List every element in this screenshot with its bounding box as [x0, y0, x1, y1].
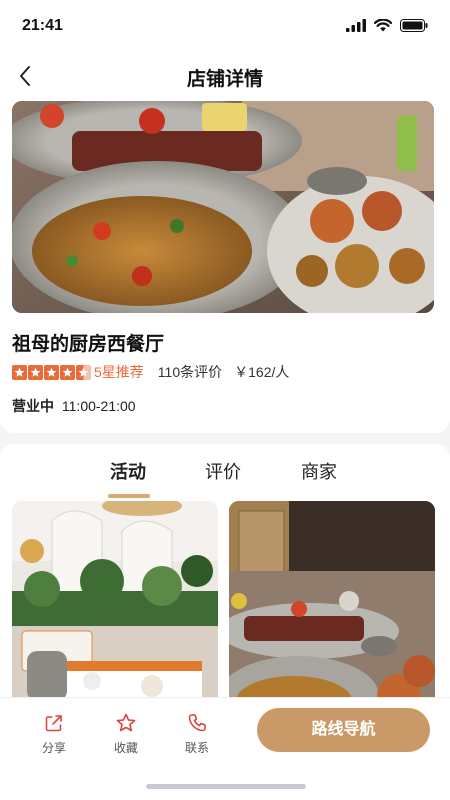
- tab-bar: 活动 评价 商家: [0, 458, 450, 498]
- share-button[interactable]: 分享: [34, 712, 74, 756]
- wifi-icon: [374, 19, 392, 32]
- active-tab-indicator: [108, 494, 150, 498]
- food-photo: [12, 101, 434, 313]
- business-hours: 营业中 11:00-21:00: [12, 396, 136, 416]
- star-icon: [12, 364, 27, 380]
- star-icon: [28, 364, 43, 380]
- activity-photo-restaurant[interactable]: [12, 501, 218, 704]
- star-icon: [44, 364, 59, 380]
- favorite-button[interactable]: 收藏: [106, 712, 146, 756]
- store-name: 祖母的厨房西餐厅: [12, 334, 165, 355]
- route-navigation-button[interactable]: 路线导航: [257, 708, 430, 752]
- share-icon: [45, 715, 62, 732]
- status-bar: 21:41: [0, 0, 450, 54]
- status-icons: [346, 19, 428, 32]
- phone-icon: [188, 714, 206, 732]
- share-label: 分享: [41, 741, 66, 755]
- home-indicator: [146, 784, 306, 789]
- review-count[interactable]: 110条评价: [158, 362, 222, 382]
- rating-stars: [12, 364, 91, 380]
- tab-reviews[interactable]: 评价: [205, 458, 241, 484]
- contact-button[interactable]: 联系: [177, 712, 217, 756]
- star-outline-icon: [116, 713, 136, 732]
- nav-bar: 店铺详情: [0, 54, 450, 98]
- half-star-icon: [76, 364, 91, 380]
- tab-activity[interactable]: 活动: [110, 458, 146, 484]
- star-icon: [60, 364, 75, 380]
- dishes-photo: [229, 501, 435, 704]
- contact-label: 联系: [184, 741, 209, 755]
- activity-photo-dishes[interactable]: [229, 501, 435, 704]
- content-card: 活动 评价 商家: [0, 444, 450, 704]
- store-info-card: 祖母的厨房西餐厅 5星推荐 110条评价 ￥162/人 营业中 11:00-21…: [0, 98, 450, 433]
- store-hero-image[interactable]: [12, 101, 434, 313]
- battery-icon: [400, 19, 428, 32]
- favorite-label: 收藏: [113, 741, 138, 755]
- signal-icon: [346, 19, 366, 32]
- recommend-label: 5星推荐: [94, 364, 144, 380]
- open-status: 营业中: [12, 398, 54, 414]
- status-time: 21:41: [22, 17, 63, 34]
- price-per-person: ￥162/人: [234, 364, 290, 380]
- hours-value: 11:00-21:00: [61, 398, 136, 414]
- rating-row: 5星推荐 110条评价 ￥162/人: [12, 362, 289, 382]
- page-title: 店铺详情: [186, 69, 263, 90]
- tab-merchant[interactable]: 商家: [301, 458, 337, 484]
- restaurant-interior-photo: [12, 501, 218, 704]
